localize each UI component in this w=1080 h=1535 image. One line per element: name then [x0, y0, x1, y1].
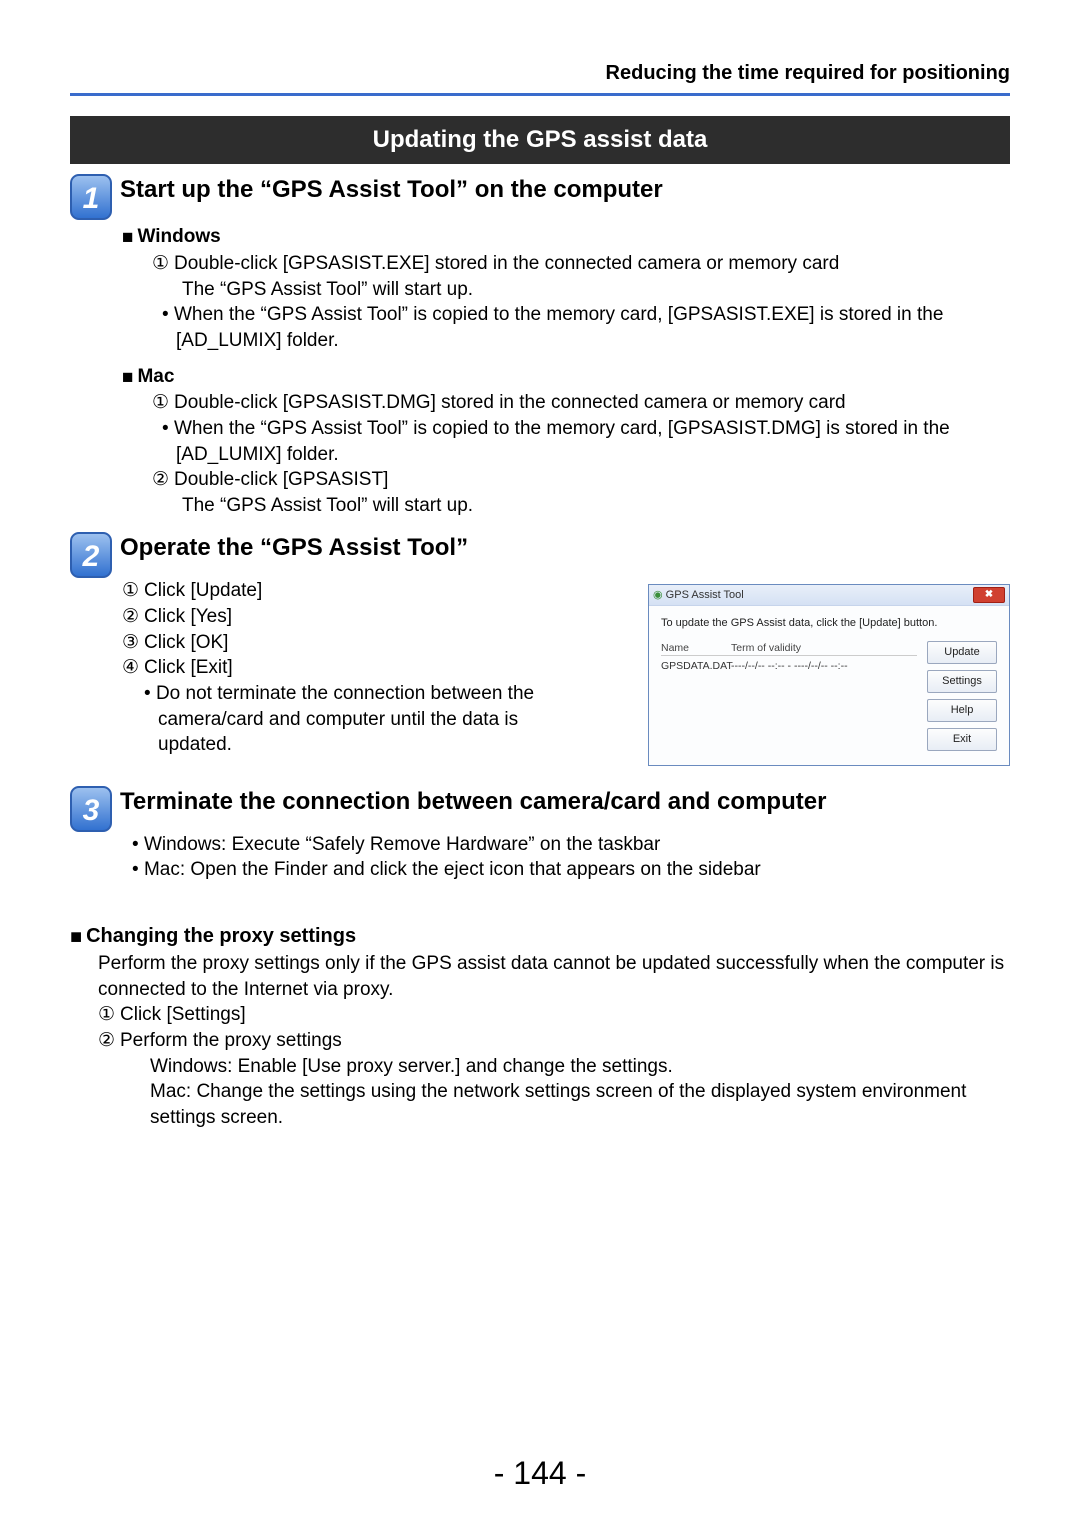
- close-icon[interactable]: ✖: [973, 587, 1005, 603]
- win-bullet-1: • When the “GPS Assist Tool” is copied t…: [152, 302, 1010, 353]
- proxy-heading: ■Changing the proxy settings: [70, 923, 1010, 951]
- svg-text:1: 1: [83, 182, 100, 215]
- windows-heading: ■Windows: [122, 224, 1010, 251]
- svg-text:2: 2: [82, 540, 100, 573]
- step-2-title: Operate the “GPS Assist Tool”: [120, 532, 468, 564]
- window-icon: ◉: [653, 589, 663, 601]
- op-bullet: • Do not terminate the connection betwee…: [122, 681, 584, 758]
- win-step-1: ①Double-click [GPSASIST.EXE] stored in t…: [152, 251, 1010, 277]
- col-name: Name: [661, 641, 731, 655]
- divider: [70, 93, 1010, 96]
- exit-button[interactable]: Exit: [927, 728, 997, 751]
- svg-text:3: 3: [83, 794, 100, 827]
- win-step-1b: The “GPS Assist Tool” will start up.: [152, 277, 1010, 303]
- step-3-icon: 3: [70, 786, 112, 832]
- term-bullet-mac: • Mac: Open the Finder and click the eje…: [122, 857, 1010, 883]
- proxy-step-1: ①Click [Settings]: [98, 1002, 1010, 1028]
- gps-tool-window: ◉ GPS Assist Tool ✖ To update the GPS As…: [648, 584, 1010, 765]
- header-breadcrumb: Reducing the time required for positioni…: [70, 60, 1010, 87]
- settings-button[interactable]: Settings: [927, 670, 997, 693]
- op-step-2: ②Click [Yes]: [122, 604, 584, 630]
- step-3-title: Terminate the connection between camera/…: [120, 786, 826, 818]
- op-step-1: ①Click [Update]: [122, 578, 584, 604]
- mac-step-1: ①Double-click [GPSASIST.DMG] stored in t…: [152, 390, 1010, 416]
- row-validity: ----/--/-- --:-- - ----/--/-- --:--: [731, 659, 848, 673]
- col-validity: Term of validity: [731, 641, 801, 655]
- op-step-4: ④Click [Exit]: [122, 655, 584, 681]
- step-1-icon: 1: [70, 174, 112, 220]
- section-banner: Updating the GPS assist data: [70, 116, 1010, 164]
- mac-bullet-1: • When the “GPS Assist Tool” is copied t…: [152, 416, 1010, 467]
- proxy-mac: Mac: Change the settings using the netwo…: [98, 1079, 1010, 1130]
- mac-step-2: ②Double-click [GPSASIST]: [152, 467, 1010, 493]
- proxy-step-2: ②Perform the proxy settings: [98, 1028, 1010, 1054]
- step-1-title: Start up the “GPS Assist Tool” on the co…: [120, 174, 663, 206]
- update-button[interactable]: Update: [927, 641, 997, 664]
- row-name: GPSDATA.DAT: [661, 659, 731, 673]
- window-message: To update the GPS Assist data, click the…: [661, 616, 997, 631]
- window-title: GPS Assist Tool: [666, 589, 744, 601]
- help-button[interactable]: Help: [927, 699, 997, 722]
- proxy-intro: Perform the proxy settings only if the G…: [98, 951, 1010, 1002]
- mac-step-2b: The “GPS Assist Tool” will start up.: [152, 493, 1010, 519]
- proxy-win: Windows: Enable [Use proxy server.] and …: [98, 1054, 1010, 1080]
- term-bullet-win: • Windows: Execute “Safely Remove Hardwa…: [122, 832, 1010, 858]
- step-2-icon: 2: [70, 532, 112, 578]
- mac-heading: ■Mac: [122, 364, 1010, 391]
- page-number: - 144 -: [0, 1452, 1080, 1495]
- op-step-3: ③Click [OK]: [122, 630, 584, 656]
